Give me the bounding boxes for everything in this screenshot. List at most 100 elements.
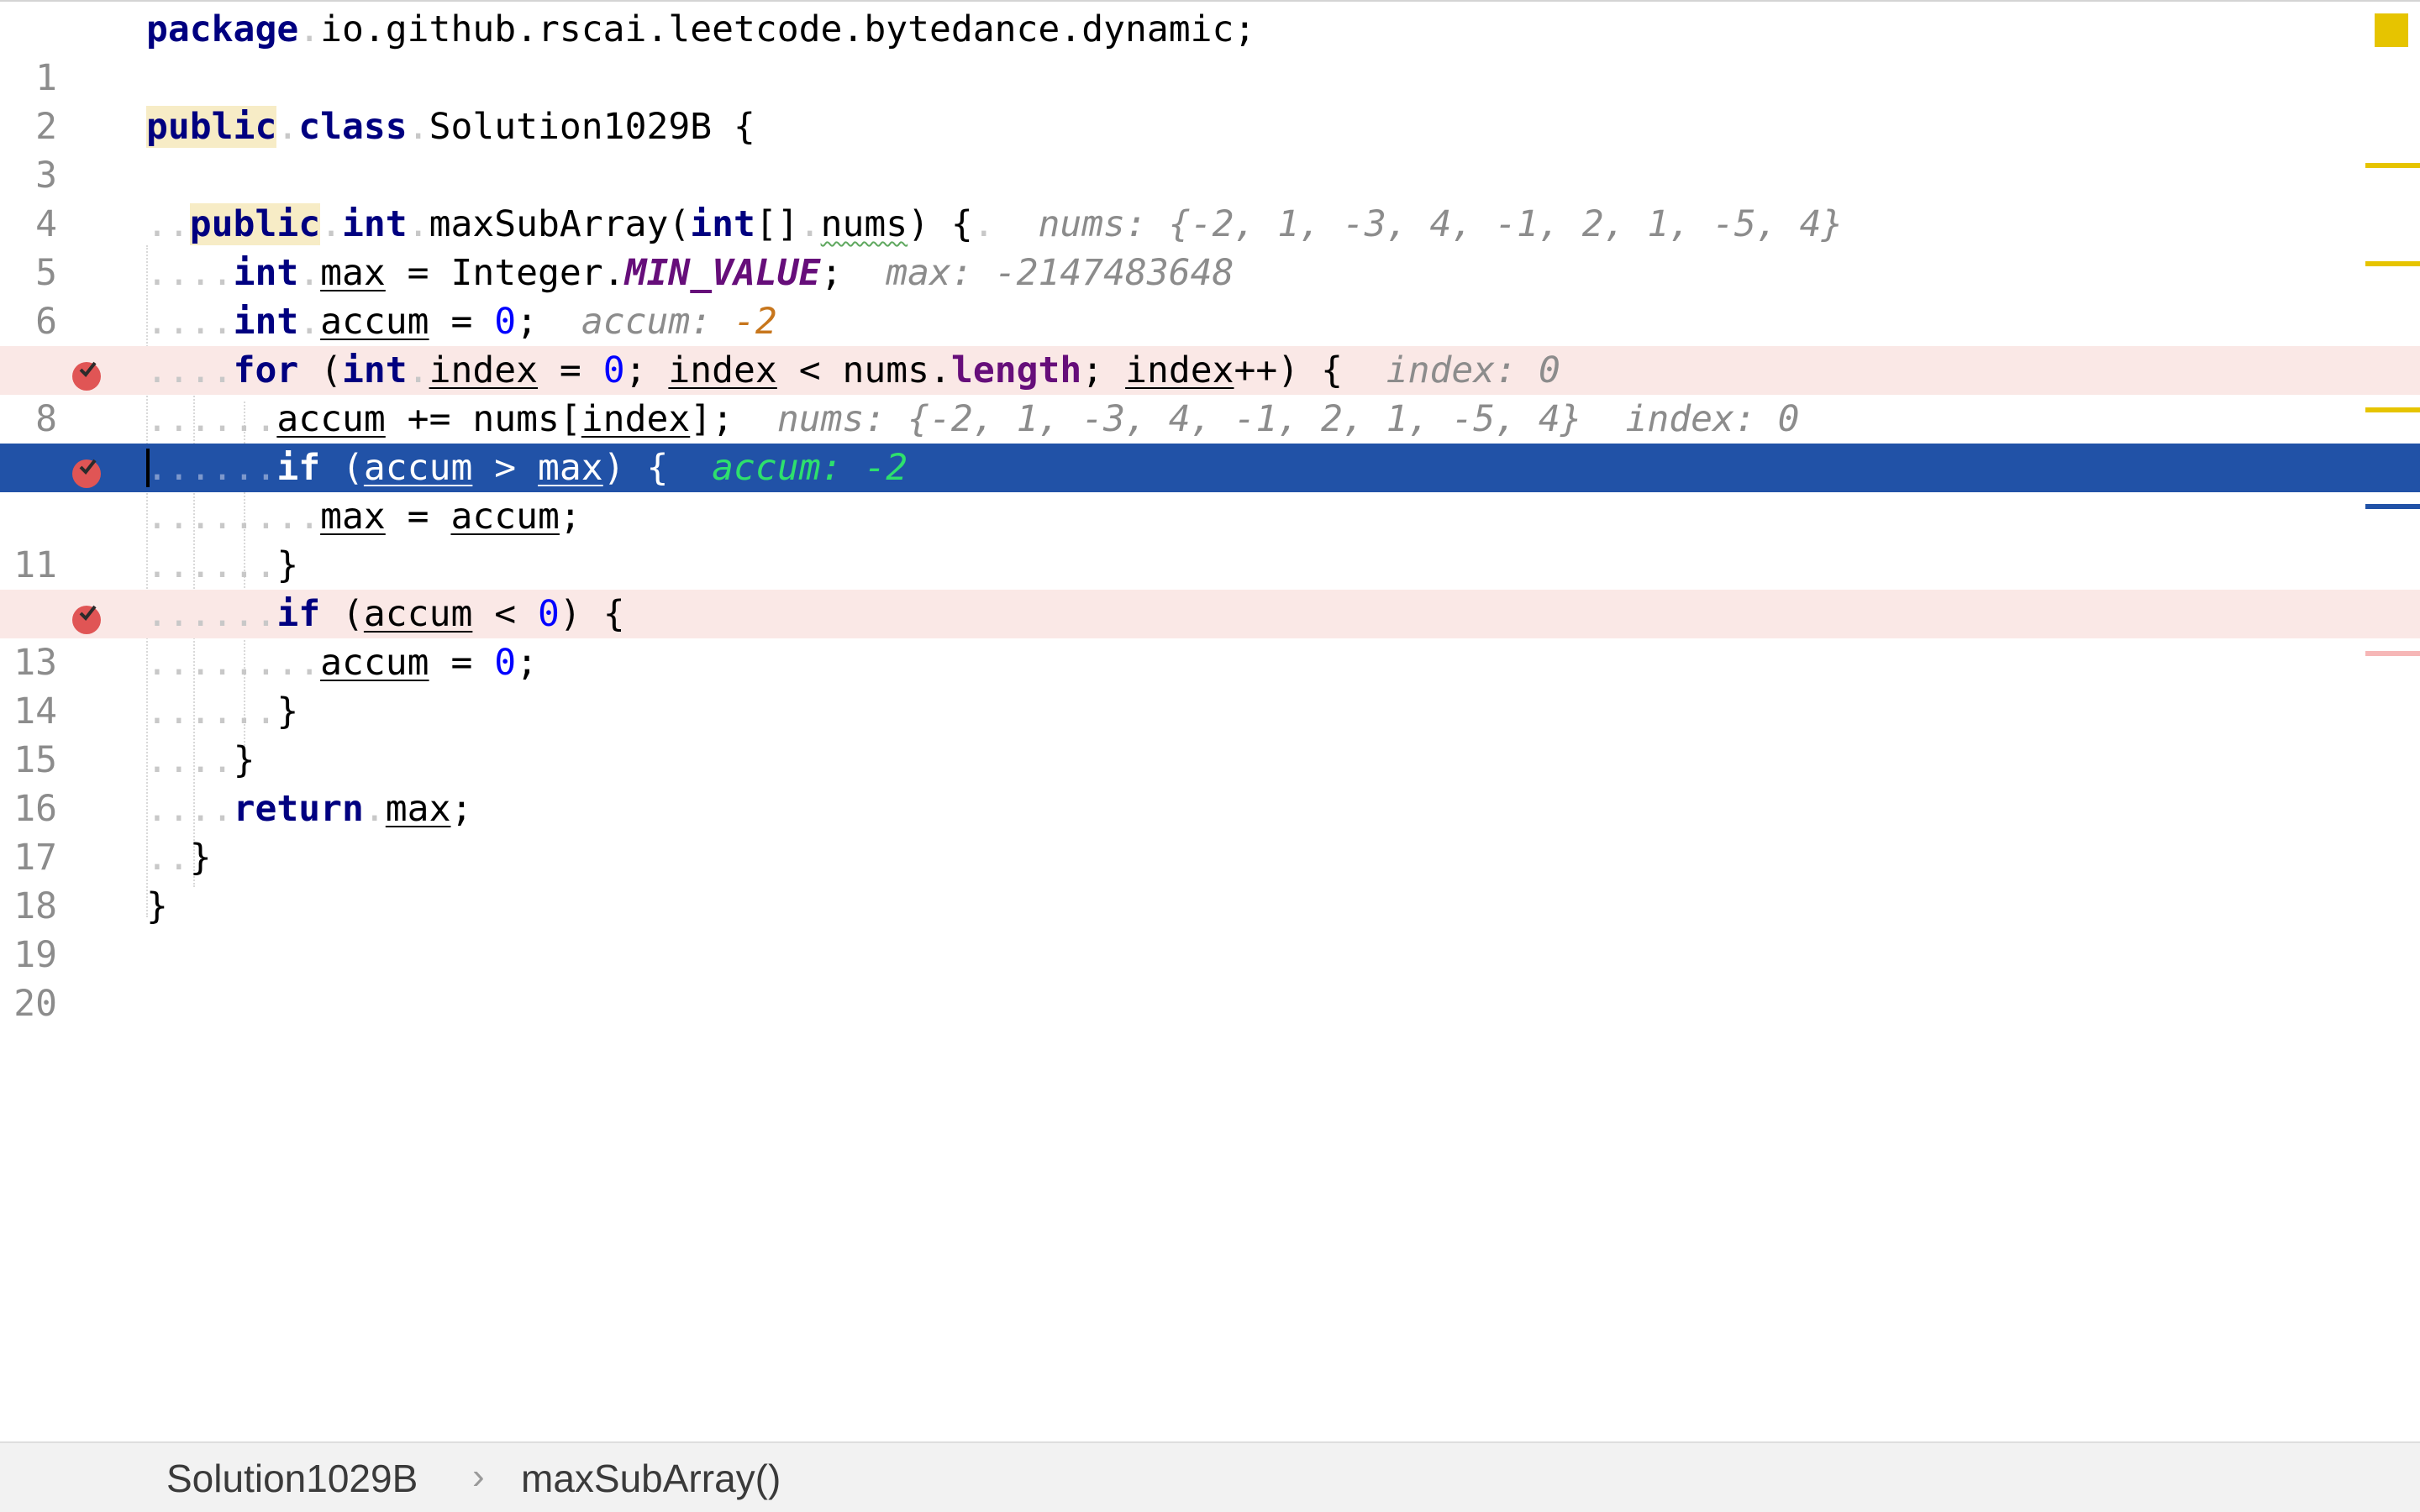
breadcrumb-class[interactable]: Solution1029B [166, 1455, 418, 1502]
keyword: if [276, 447, 321, 489]
code-text: ......} [146, 544, 299, 586]
keyword: public [146, 106, 277, 148]
breakpoint-verified-icon[interactable] [70, 358, 103, 391]
code-line[interactable]: 11 ........max = accum; [0, 492, 2420, 586]
code-text: ....int.max = Integer.MIN_VALUE; max: -2… [146, 252, 1234, 294]
code-line[interactable]: 3 public.class.Solution1029B { [0, 102, 2420, 197]
keyword: int [233, 301, 299, 343]
code-token: ( [320, 447, 364, 489]
constant: MIN_VALUE [624, 252, 821, 294]
package-name: io.github.rscai.leetcode.bytedance.dynam… [320, 8, 1256, 50]
inline-debug-value: index: 0 [1386, 349, 1560, 391]
code-line-execution-point[interactable]: 10 ......if (accum > max) { accum: -2 [0, 444, 2420, 538]
code-token: ; [1081, 349, 1126, 391]
closing-brace: } [189, 837, 212, 879]
code-text: public.class.Solution1029B { [146, 106, 755, 148]
code-text: ..} [146, 837, 212, 879]
code-token: ]; [690, 398, 734, 440]
code-token: ++) { [1234, 349, 1343, 391]
variable: accum [320, 301, 429, 343]
inspection-warning-icon[interactable] [2375, 13, 2408, 47]
variable: max [538, 447, 603, 489]
array-brackets: [] [755, 203, 799, 245]
variable: index [668, 349, 777, 391]
code-text: package.io.github.rscai.leetcode.bytedan… [146, 8, 1256, 50]
code-text: ..public.int.maxSubArray(int[].nums) {. … [146, 203, 1844, 245]
inline-debug-value: nums: {-2, 1, -3, 4, -1, 2, 1, -5, 4} [1038, 203, 1844, 245]
code-line[interactable]: 17 ....return.max; [0, 785, 2420, 879]
keyword: if [276, 593, 321, 635]
code-line[interactable]: 1 package.io.github.rscai.leetcode.byted… [0, 5, 2420, 99]
variable: max [320, 496, 386, 538]
line-number: 20 [13, 983, 57, 1025]
breadcrumb-method[interactable]: maxSubArray() [521, 1455, 781, 1502]
number-literal: 0 [538, 593, 560, 635]
variable: max [320, 252, 386, 294]
class-declaration: Solution1029B { [429, 106, 755, 148]
code-line[interactable]: 15 ......} [0, 687, 2420, 781]
code-token: = [429, 642, 495, 684]
code-text: ......if (accum < 0) { [146, 593, 625, 635]
code-line[interactable]: 16 ....} [0, 736, 2420, 830]
code-line[interactable]: 7 ....int.accum = 0; accum: -2 [0, 297, 2420, 391]
breadcrumb: Solution1029B › maxSubArray() [0, 1441, 2420, 1512]
code-token: ; [516, 301, 539, 343]
closing-brace: } [276, 690, 299, 732]
variable: accum [363, 447, 473, 489]
warning-stripe-marker[interactable] [2365, 163, 2420, 168]
code-token: = [385, 496, 451, 538]
code-line[interactable]: 18 ..} [0, 833, 2420, 927]
code-token: = [429, 301, 495, 343]
code-text: ....} [146, 739, 255, 781]
hint-name: accum: [581, 301, 734, 343]
code-token: > [472, 447, 539, 489]
execution-stripe-marker[interactable] [2365, 504, 2420, 509]
code-token: < nums. [776, 349, 951, 391]
closing-brace: } [233, 739, 255, 781]
inline-debug-value: accum: -2 [581, 301, 777, 343]
code-token: += nums[ [385, 398, 581, 440]
code-text: ....return.max; [146, 788, 473, 830]
code-line[interactable]: 12 ......} [0, 541, 2420, 635]
code-line[interactable]: 9 ......accum += nums[index]; nums: {-2,… [0, 395, 2420, 489]
breakpoint-verified-icon[interactable] [70, 601, 103, 635]
code-line[interactable]: 2 [0, 54, 2420, 148]
code-text: } [146, 882, 168, 931]
keyword: package [146, 8, 299, 50]
keyword: int [342, 349, 408, 391]
method-name: maxSubArray( [429, 203, 691, 245]
code-text: ......if (accum > max) { accum: -2 [146, 447, 908, 489]
code-token: ; [624, 349, 669, 391]
code-line-breakpoint[interactable]: 8 ....for (int.index = 0; index < nums.l… [0, 346, 2420, 440]
code-line[interactable]: 4 [0, 151, 2420, 245]
keyword: for [233, 349, 299, 391]
code-text: ......accum += nums[index]; nums: {-2, 1… [146, 398, 1800, 440]
code-token: = [538, 349, 603, 391]
code-token: ( [298, 349, 343, 391]
code-line[interactable]: 20 [0, 931, 2420, 1025]
variable: accum [320, 642, 429, 684]
breakpoint-verified-icon[interactable] [70, 455, 103, 489]
breakpoint-stripe-marker[interactable] [2365, 651, 2420, 656]
warning-stripe-marker[interactable] [2365, 261, 2420, 266]
code-text: ........max = accum; [146, 496, 581, 538]
code-line[interactable]: 5 ..public.int.maxSubArray(int[].nums) {… [0, 200, 2420, 294]
variable: index [581, 398, 691, 440]
variable: accum [450, 496, 560, 538]
inline-debug-value: index: 0 [1625, 398, 1800, 440]
code-line[interactable]: 6 ....int.max = Integer.MIN_VALUE; max: … [0, 249, 2420, 343]
warning-stripe-marker[interactable] [2365, 407, 2420, 412]
code-token: = Integer. [385, 252, 625, 294]
code-text: ........accum = 0; [146, 642, 539, 684]
keyword: return [233, 788, 364, 830]
code-editor[interactable]: 1 package.io.github.rscai.leetcode.byted… [0, 0, 2420, 1441]
code-line[interactable]: 19 } [0, 882, 2420, 976]
code-text: ....for (int.index = 0; index < nums.len… [146, 349, 1560, 391]
keyword: int [233, 252, 299, 294]
keyword: class [298, 106, 408, 148]
field: length [950, 349, 1082, 391]
code-line[interactable]: 14 ........accum = 0; [0, 638, 2420, 732]
code-line-breakpoint[interactable]: 13 ......if (accum < 0) { [0, 590, 2420, 684]
code-token: ; [516, 642, 539, 684]
variable: accum [363, 593, 473, 635]
